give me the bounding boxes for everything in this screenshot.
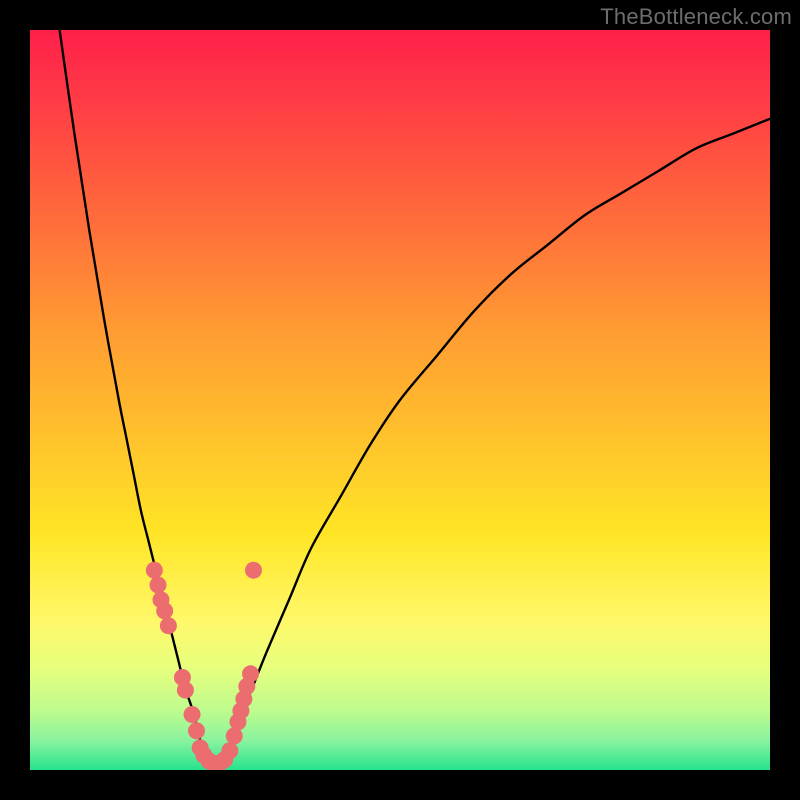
chart-frame: TheBottleneck.com <box>0 0 800 800</box>
right-branch-curve <box>222 119 770 763</box>
scatter-point <box>150 577 167 594</box>
watermark-text: TheBottleneck.com <box>600 4 792 30</box>
left-branch-curve <box>60 30 208 763</box>
scatter-point <box>156 602 173 619</box>
plot-area <box>30 30 770 770</box>
scatter-point <box>184 706 201 723</box>
scatter-point <box>188 722 205 739</box>
scatter-point <box>146 562 163 579</box>
scatter-point <box>221 742 238 759</box>
scatter-group <box>146 562 262 770</box>
scatter-point <box>245 562 262 579</box>
scatter-point <box>242 665 259 682</box>
scatter-point <box>177 682 194 699</box>
scatter-point <box>160 617 177 634</box>
chart-svg <box>30 30 770 770</box>
